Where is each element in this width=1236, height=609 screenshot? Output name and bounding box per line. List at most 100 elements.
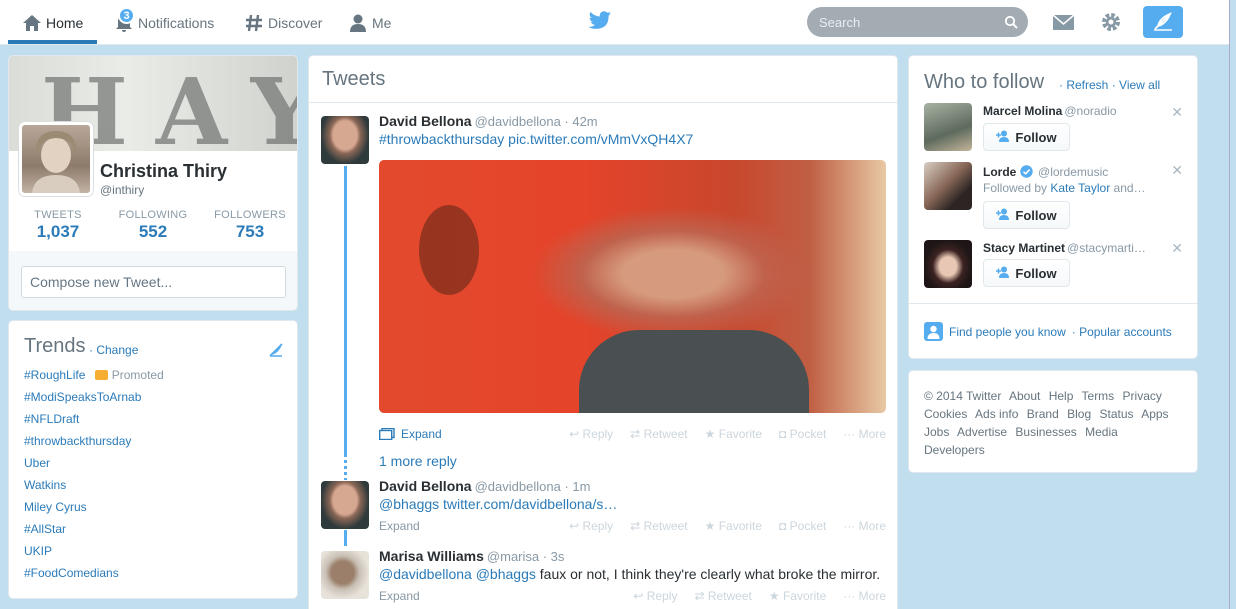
tweet-author-name[interactable]: David Bellona [379, 478, 472, 494]
reply-button[interactable]: ↩ Reply [633, 589, 677, 603]
footer-link[interactable]: Cookies [924, 407, 967, 421]
reply-button[interactable]: ↩ Reply [569, 427, 613, 441]
profile-avatar[interactable] [19, 122, 93, 196]
direct-messages-icon[interactable] [1052, 12, 1075, 35]
footer-link[interactable]: Privacy [1123, 389, 1162, 403]
footer-link[interactable]: Status [1099, 407, 1133, 421]
suggestion-avatar[interactable] [924, 240, 972, 288]
stat-label: FOLLOWING [118, 209, 188, 221]
footer-link[interactable]: Apps [1141, 407, 1168, 421]
view-all-link[interactable]: · View all [1112, 78, 1160, 92]
retweet-button[interactable]: ⇄ Retweet [694, 589, 751, 603]
suggestion-avatar[interactable] [924, 103, 972, 151]
search-icon[interactable] [1004, 15, 1018, 32]
suggestion-name[interactable]: Stacy Martinet @stacymarti… [983, 241, 1146, 255]
expand-link[interactable]: Expand [379, 427, 442, 441]
tweet-text[interactable]: @davidbellona @bhaggs faux or not, I thi… [379, 566, 880, 582]
nav-discover[interactable]: Discover [244, 0, 322, 45]
pocket-button[interactable]: ◘ Pocket [779, 427, 826, 441]
tweet-text[interactable]: #throwbackthursday pic.twitter.com/vMmVx… [379, 131, 693, 147]
footer-link[interactable]: Help [1049, 389, 1074, 403]
trend-item[interactable]: Watkins [24, 478, 66, 492]
tweet-avatar[interactable] [321, 551, 369, 599]
tweet-meta[interactable]: @davidbellona · 42m [475, 114, 598, 129]
trends-change-link[interactable]: · Change [89, 343, 138, 357]
trend-item[interactable]: Miley Cyrus [24, 500, 87, 514]
dismiss-suggestion-icon[interactable]: ✕ [1171, 240, 1183, 257]
search-box[interactable]: Search [807, 7, 1028, 37]
suggestion-handle: @stacymarti… [1067, 241, 1146, 255]
suggestion-handle: @noradio [1064, 104, 1117, 118]
nav-home[interactable]: Home [22, 0, 83, 45]
tweet-photo[interactable] [379, 160, 886, 413]
twitter-bird-logo[interactable] [588, 11, 612, 34]
footer-link[interactable]: Advertise [957, 425, 1007, 439]
trends-settings-icon[interactable] [269, 343, 283, 360]
profile-card: HAY Christina Thiry @inthiry TWEETS 1,03… [8, 55, 298, 311]
trend-item[interactable]: #throwbackthursday [24, 434, 131, 448]
more-button[interactable]: ··· More [843, 427, 886, 441]
footer-link[interactable]: Media [1085, 425, 1118, 439]
suggestion-name[interactable]: Marcel Molina @noradio [983, 104, 1117, 118]
more-button[interactable]: ··· More [843, 589, 886, 603]
tweet-avatar[interactable] [321, 116, 369, 164]
person-icon [348, 13, 368, 33]
footer-link[interactable]: Jobs [924, 425, 949, 439]
footer-link[interactable]: About [1009, 389, 1040, 403]
new-tweet-button[interactable] [1143, 6, 1183, 38]
footer-link[interactable]: Terms [1082, 389, 1115, 403]
follow-label: Follow [1015, 207, 1057, 223]
compose-tweet-input[interactable]: Compose new Tweet... [21, 266, 286, 298]
tweet-meta[interactable]: @marisa · 3s [487, 549, 565, 564]
stat-tweets[interactable]: TWEETS 1,037 [33, 209, 83, 242]
suggestion-name[interactable]: Lorde @lordemusic [983, 165, 1108, 181]
trend-item[interactable]: #FoodComedians [24, 566, 119, 580]
dismiss-suggestion-icon[interactable]: ✕ [1171, 162, 1183, 179]
stat-following[interactable]: FOLLOWING 552 [117, 209, 189, 242]
footer-link[interactable]: Ads info [975, 407, 1018, 421]
tweet-author-name[interactable]: David Bellona [379, 113, 472, 129]
tweet-text[interactable]: @bhaggs twitter.com/davidbellona/s… [379, 496, 617, 512]
suggestion-avatar[interactable] [924, 162, 972, 210]
trend-item[interactable]: Uber [24, 456, 50, 470]
trend-item[interactable]: #ModiSpeaksToArnab [24, 390, 141, 404]
tweet-mentions[interactable]: @davidbellona @bhaggs [379, 566, 536, 582]
retweet-button[interactable]: ⇄ Retweet [630, 427, 687, 441]
favorite-button[interactable]: ★ Favorite [705, 519, 762, 533]
follow-button[interactable]: Follow [983, 201, 1070, 229]
footer-link[interactable]: Developers [924, 443, 985, 457]
tweet-author-name[interactable]: Marisa Williams [379, 548, 484, 564]
pocket-button[interactable]: ◘ Pocket [779, 519, 826, 533]
popular-accounts-link[interactable]: · Popular accounts [1072, 325, 1172, 339]
footer-link[interactable]: Businesses [1015, 425, 1076, 439]
more-replies-link[interactable]: 1 more reply [379, 453, 457, 469]
trend-item[interactable]: #AllStar [24, 522, 66, 536]
stat-followers[interactable]: FOLLOWERS 753 [214, 209, 286, 242]
followed-by-link[interactable]: Kate Taylor [1050, 181, 1110, 195]
nav-me[interactable]: Me [348, 0, 391, 45]
tweet-avatar[interactable] [321, 481, 369, 529]
expand-link[interactable]: Expand [379, 519, 420, 533]
favorite-button[interactable]: ★ Favorite [705, 427, 762, 441]
footer-link[interactable]: Brand [1027, 407, 1059, 421]
find-people-link[interactable]: Find people you know [949, 325, 1066, 339]
favorite-button[interactable]: ★ Favorite [769, 589, 826, 603]
profile-name[interactable]: Christina Thiry [100, 161, 227, 182]
follow-button[interactable]: Follow [983, 259, 1070, 287]
reply-button[interactable]: ↩ Reply [569, 519, 613, 533]
footer-link[interactable]: Blog [1067, 407, 1091, 421]
refresh-link[interactable]: · Refresh [1059, 78, 1108, 92]
follow-button[interactable]: Follow [983, 123, 1070, 151]
more-button[interactable]: ··· More [843, 519, 886, 533]
trend-item[interactable]: #RoughLife Promoted [24, 368, 164, 382]
settings-gear-icon[interactable] [1100, 11, 1122, 36]
dismiss-suggestion-icon[interactable]: ✕ [1171, 104, 1183, 121]
top-nav-bar: Home Notifications 3 Discover Me Search [0, 0, 1229, 45]
expand-link[interactable]: Expand [379, 589, 420, 603]
retweet-button[interactable]: ⇄ Retweet [630, 519, 687, 533]
trend-item[interactable]: #NFLDraft [24, 412, 79, 426]
find-people-row: Find people you know · Popular accounts [924, 322, 1172, 341]
tweet-meta[interactable]: @davidbellona · 1m [475, 479, 591, 494]
trend-item[interactable]: UKIP [24, 544, 52, 558]
profile-handle[interactable]: @inthiry [100, 183, 144, 197]
